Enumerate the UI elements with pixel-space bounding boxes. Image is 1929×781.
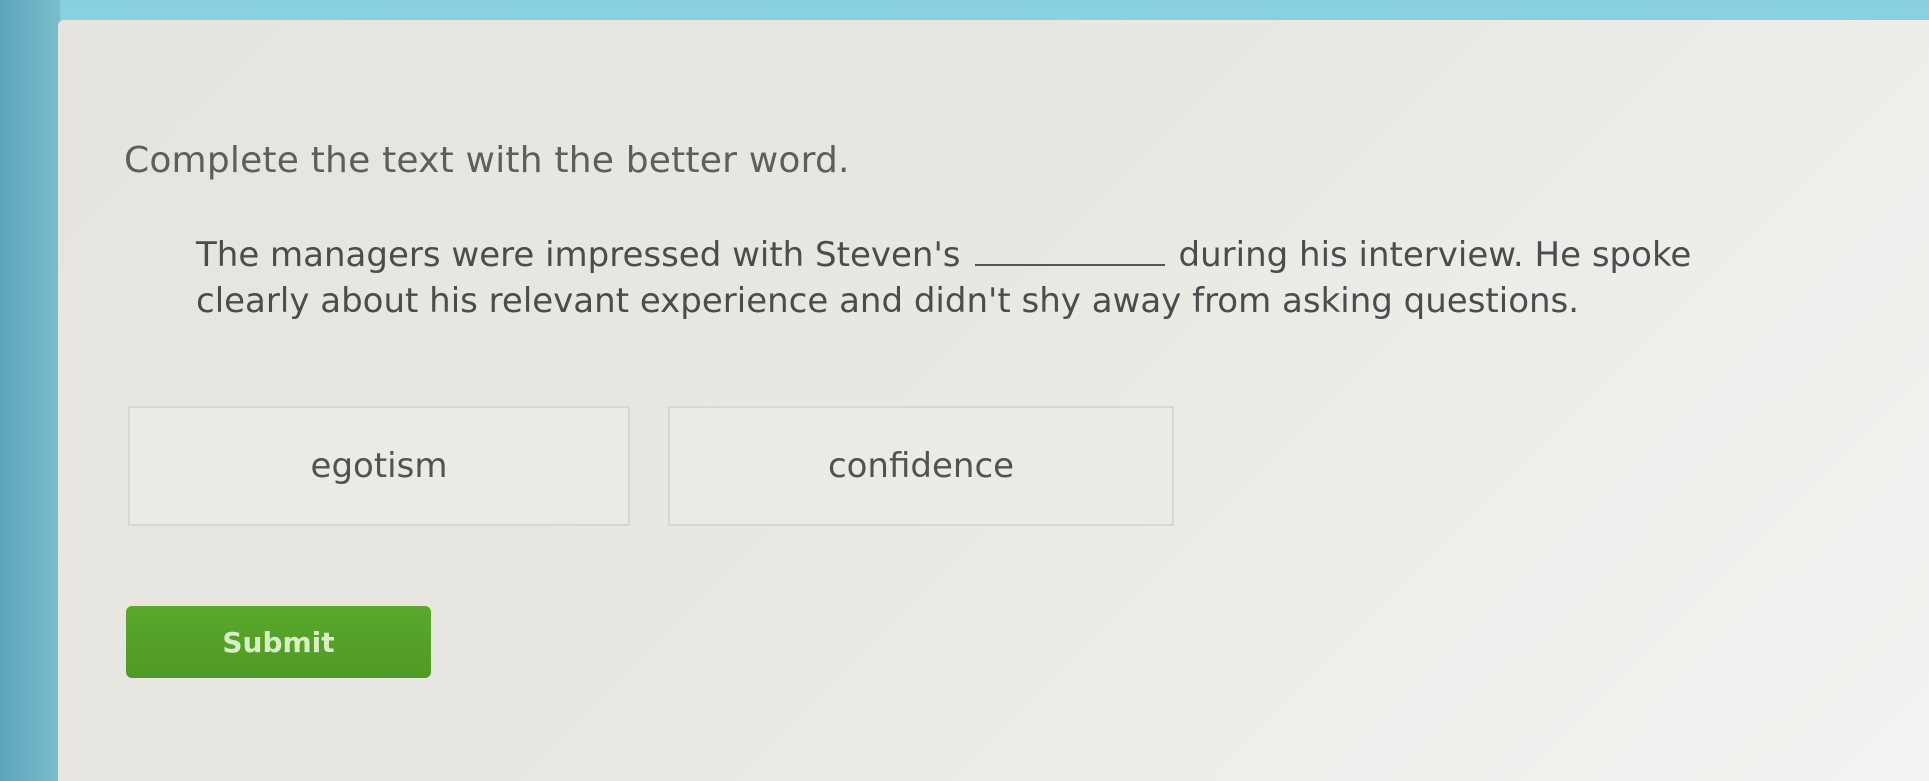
answer-blank	[974, 236, 1165, 266]
choice-egotism[interactable]: egotism	[128, 406, 630, 526]
choice-label: egotism	[310, 446, 448, 486]
passage-before: The managers were impressed with Steven'…	[196, 235, 961, 275]
choice-label: confidence	[827, 446, 1015, 486]
submit-button[interactable]: Submit	[126, 606, 431, 678]
instruction-text: Complete the text with the better word.	[124, 140, 850, 181]
window-left-strip	[0, 0, 60, 781]
passage-text: The managers were impressed with Steven'…	[196, 232, 1716, 324]
choice-confidence[interactable]: confidence	[668, 406, 1174, 526]
